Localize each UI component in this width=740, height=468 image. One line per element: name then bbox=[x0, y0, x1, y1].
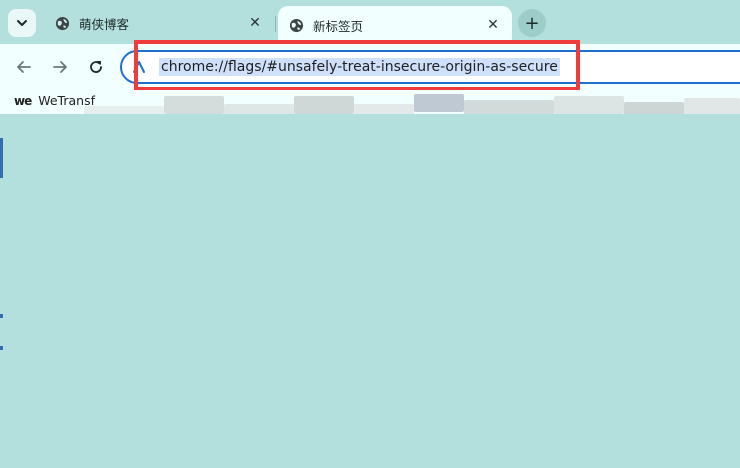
toolbar: chrome://flags/#unsafely-treat-insecure-… bbox=[0, 44, 740, 90]
plus-icon: + bbox=[524, 12, 540, 34]
chevron-down-icon bbox=[17, 20, 27, 26]
browser-window: 萌侠博客 ✕ 新标签页 ✕ + chrome://flags/#unsafely… bbox=[0, 0, 740, 468]
left-edge-mark bbox=[0, 314, 3, 318]
bookmark-wetransfer[interactable]: we WeTransf bbox=[14, 93, 95, 108]
tab-search-button[interactable] bbox=[8, 9, 36, 37]
bookmark-label: WeTransf bbox=[38, 93, 95, 108]
address-bar[interactable]: chrome://flags/#unsafely-treat-insecure-… bbox=[120, 50, 740, 84]
forward-button[interactable] bbox=[46, 53, 74, 81]
tab-separator bbox=[275, 16, 276, 32]
tab-mengxia-blog[interactable]: 萌侠博客 ✕ bbox=[44, 6, 274, 40]
tab-title: 新标签页 bbox=[313, 18, 364, 34]
reload-icon bbox=[90, 61, 102, 73]
close-icon[interactable]: ✕ bbox=[484, 16, 502, 34]
globe-icon bbox=[54, 15, 70, 31]
arrow-right-icon bbox=[53, 61, 67, 73]
new-tab-button[interactable]: + bbox=[518, 9, 546, 37]
bookmarks-bar: we WeTransf bbox=[0, 90, 740, 114]
left-edge-mark bbox=[0, 138, 3, 178]
close-icon[interactable]: ✕ bbox=[246, 14, 264, 32]
page-content bbox=[0, 114, 740, 468]
address-text[interactable]: chrome://flags/#unsafely-treat-insecure-… bbox=[159, 58, 560, 76]
tab-new-tab[interactable]: 新标签页 ✕ bbox=[278, 6, 512, 44]
tab-strip: 萌侠博客 ✕ 新标签页 ✕ + bbox=[0, 0, 740, 44]
search-triangle-icon bbox=[133, 61, 145, 73]
globe-icon bbox=[288, 17, 304, 33]
wetransfer-icon: we bbox=[14, 93, 32, 108]
reload-button[interactable] bbox=[82, 53, 110, 81]
left-edge-mark bbox=[0, 346, 3, 350]
back-button[interactable] bbox=[10, 53, 38, 81]
arrow-left-icon bbox=[17, 61, 31, 73]
tab-title: 萌侠博客 bbox=[79, 16, 130, 32]
